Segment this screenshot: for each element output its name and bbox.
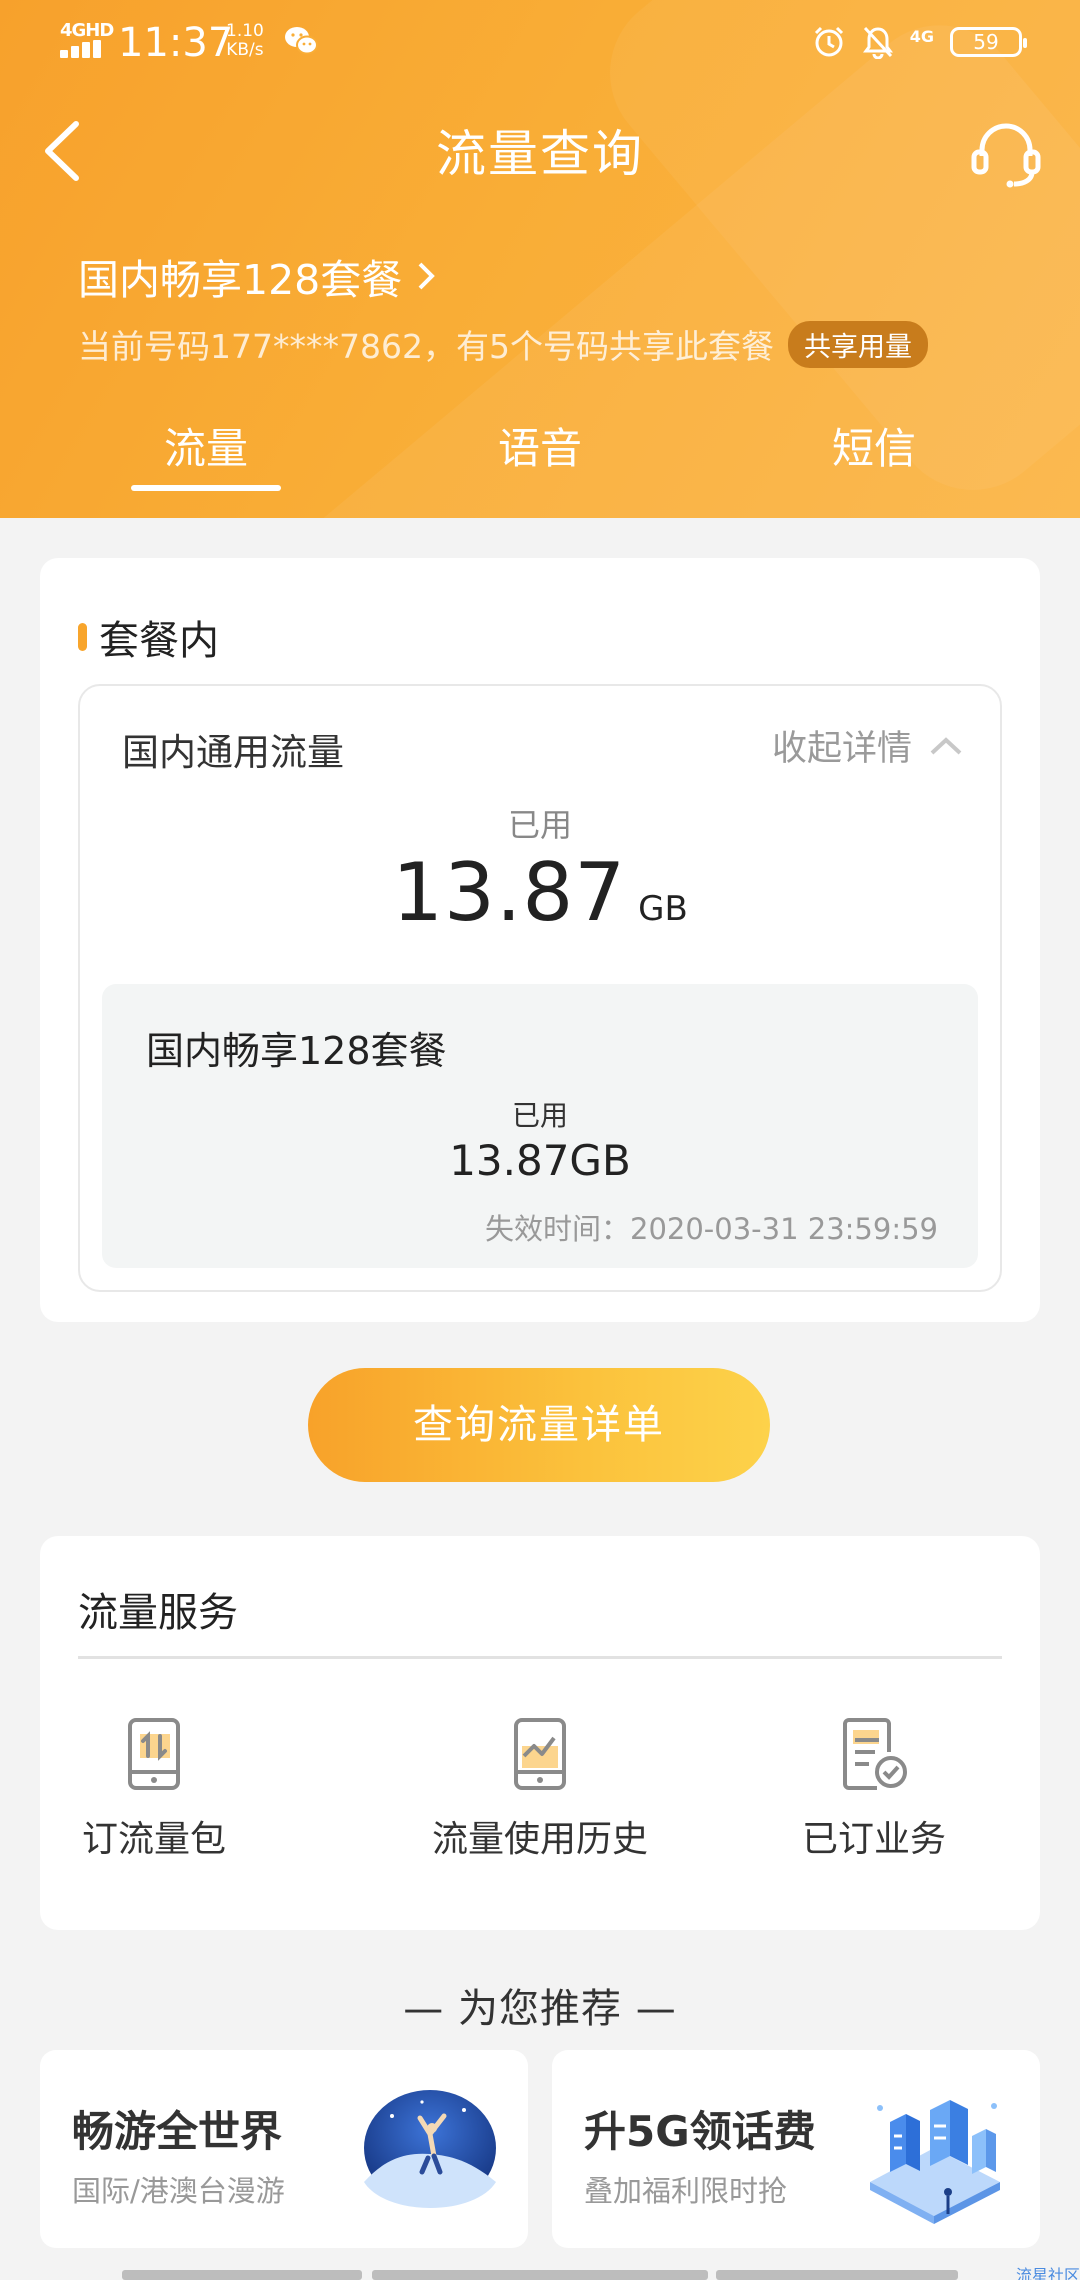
tab-sms[interactable]: 短信	[794, 415, 954, 476]
promo-title: 升5G领话费	[584, 2107, 816, 2156]
5g-city-illustration-icon	[870, 2100, 1000, 2224]
service-label: 已订业务	[801, 1819, 946, 1860]
service-label: 订流量包	[81, 1819, 226, 1860]
package-card: 套餐内 国内通用流量 收起详情 已用 13.87 GB 国内畅享128套餐 已用 …	[40, 558, 1040, 1322]
domestic-data-label: 国内通用流量	[122, 731, 344, 774]
collapse-details-button[interactable]: 收起详情	[772, 720, 964, 771]
sub-used-value: 13.87GB	[449, 1136, 631, 1185]
plan-name: 国内畅享128套餐	[78, 256, 403, 304]
clock: 11:37	[118, 20, 234, 66]
plan-name-link[interactable]: 国内畅享128套餐	[78, 246, 436, 306]
recommend-title: — 为您推荐 —	[403, 1986, 677, 2032]
used-value: 13.87	[392, 846, 627, 939]
tab-data[interactable]: 流量	[126, 415, 286, 491]
wechat-icon	[285, 27, 318, 55]
expiry-time: 失效时间：2020-03-31 23:59:59	[485, 1212, 938, 1246]
used-label: 已用	[507, 806, 572, 844]
speed-unit: KB/s	[226, 40, 264, 60]
share-usage-badge[interactable]: 共享用量	[787, 320, 928, 368]
service-subscribed[interactable]: 已订业务	[724, 1716, 1024, 1862]
alarm-icon	[814, 26, 843, 57]
signal-icon	[60, 40, 104, 58]
domestic-data-box: 国内通用流量 收起详情 已用 13.87 GB 国内畅享128套餐 已用 13.8…	[78, 684, 1002, 1292]
services-card: 流量服务 订流量包 流量使用历史 已订业务	[40, 1536, 1040, 1930]
mute-bell-icon	[862, 26, 893, 59]
tab-voice[interactable]: 语音	[460, 415, 620, 476]
chevron-up-icon	[930, 736, 962, 754]
section-marker	[78, 623, 87, 651]
plan-description: 当前号码177****7862，有5个号码共享此套餐 共享用量	[78, 320, 928, 368]
page-title: 流量查询	[436, 125, 644, 183]
scroll-indicator	[716, 2270, 958, 2280]
plan-desc-text: 当前号码177****7862，有5个号码共享此套餐	[78, 327, 774, 366]
promo-subtitle: 叠加福利限时抢	[584, 2174, 788, 2208]
watermark: 流星社区	[1015, 2266, 1080, 2280]
service-usage-history[interactable]: 流量使用历史	[390, 1716, 690, 1862]
network-4g: 4G	[909, 26, 934, 46]
sub-used-label: 已用	[511, 1099, 568, 1132]
nav-bar: 流量查询	[0, 100, 1080, 200]
used-amount: 13.87 GB	[80, 846, 1000, 939]
scroll-indicator	[372, 2270, 708, 2280]
status-bar: 4GHD 11:37 1.10 KB/s 4G 59	[0, 0, 1080, 84]
service-label: 流量使用历史	[431, 1819, 648, 1860]
document-check-icon	[843, 1718, 907, 1790]
sub-package-name: 国内畅享128套餐	[146, 1029, 447, 1073]
promo-card-roaming[interactable]: 畅游全世界 国际/港澳台漫游	[40, 2050, 528, 2248]
header: 4GHD 11:37 1.10 KB/s 4G 59 流量查询 国内畅享128套…	[0, 0, 1080, 518]
scroll-indicator	[122, 2270, 362, 2280]
promo-card-5g[interactable]: 升5G领话费 叠加福利限时抢	[552, 2050, 1040, 2248]
usage-tabs: 流量 语音 短信	[0, 415, 1080, 495]
sub-package-box: 国内畅享128套餐 已用 13.87GB 失效时间：2020-03-31 23:…	[102, 984, 978, 1268]
services-title: 流量服务	[78, 1590, 238, 1636]
network-type: 4GHD	[60, 20, 114, 41]
query-detail-button[interactable]: 查询流量详单	[308, 1368, 770, 1482]
used-unit: GB	[638, 889, 688, 929]
promo-title: 畅游全世界	[72, 2107, 283, 2156]
status-right: 4G 59	[812, 24, 1027, 60]
speed-value: 1.10	[226, 21, 264, 41]
section-title: 套餐内	[78, 608, 219, 666]
service-buy-data-pack[interactable]: 订流量包	[4, 1716, 304, 1862]
travel-illustration-icon	[364, 2090, 496, 2208]
section-title-text: 套餐内	[99, 618, 219, 664]
phone-transfer-icon	[128, 1718, 180, 1790]
network-speed: 1.10 KB/s	[226, 22, 264, 60]
collapse-label: 收起详情	[771, 729, 912, 769]
divider	[78, 1656, 1002, 1659]
customer-service-icon[interactable]	[968, 114, 1044, 190]
battery-icon: 59	[950, 27, 1027, 57]
chevron-right-icon	[418, 262, 436, 290]
phone-chart-icon	[514, 1718, 566, 1790]
promo-subtitle: 国际/港澳台漫游	[72, 2174, 285, 2208]
